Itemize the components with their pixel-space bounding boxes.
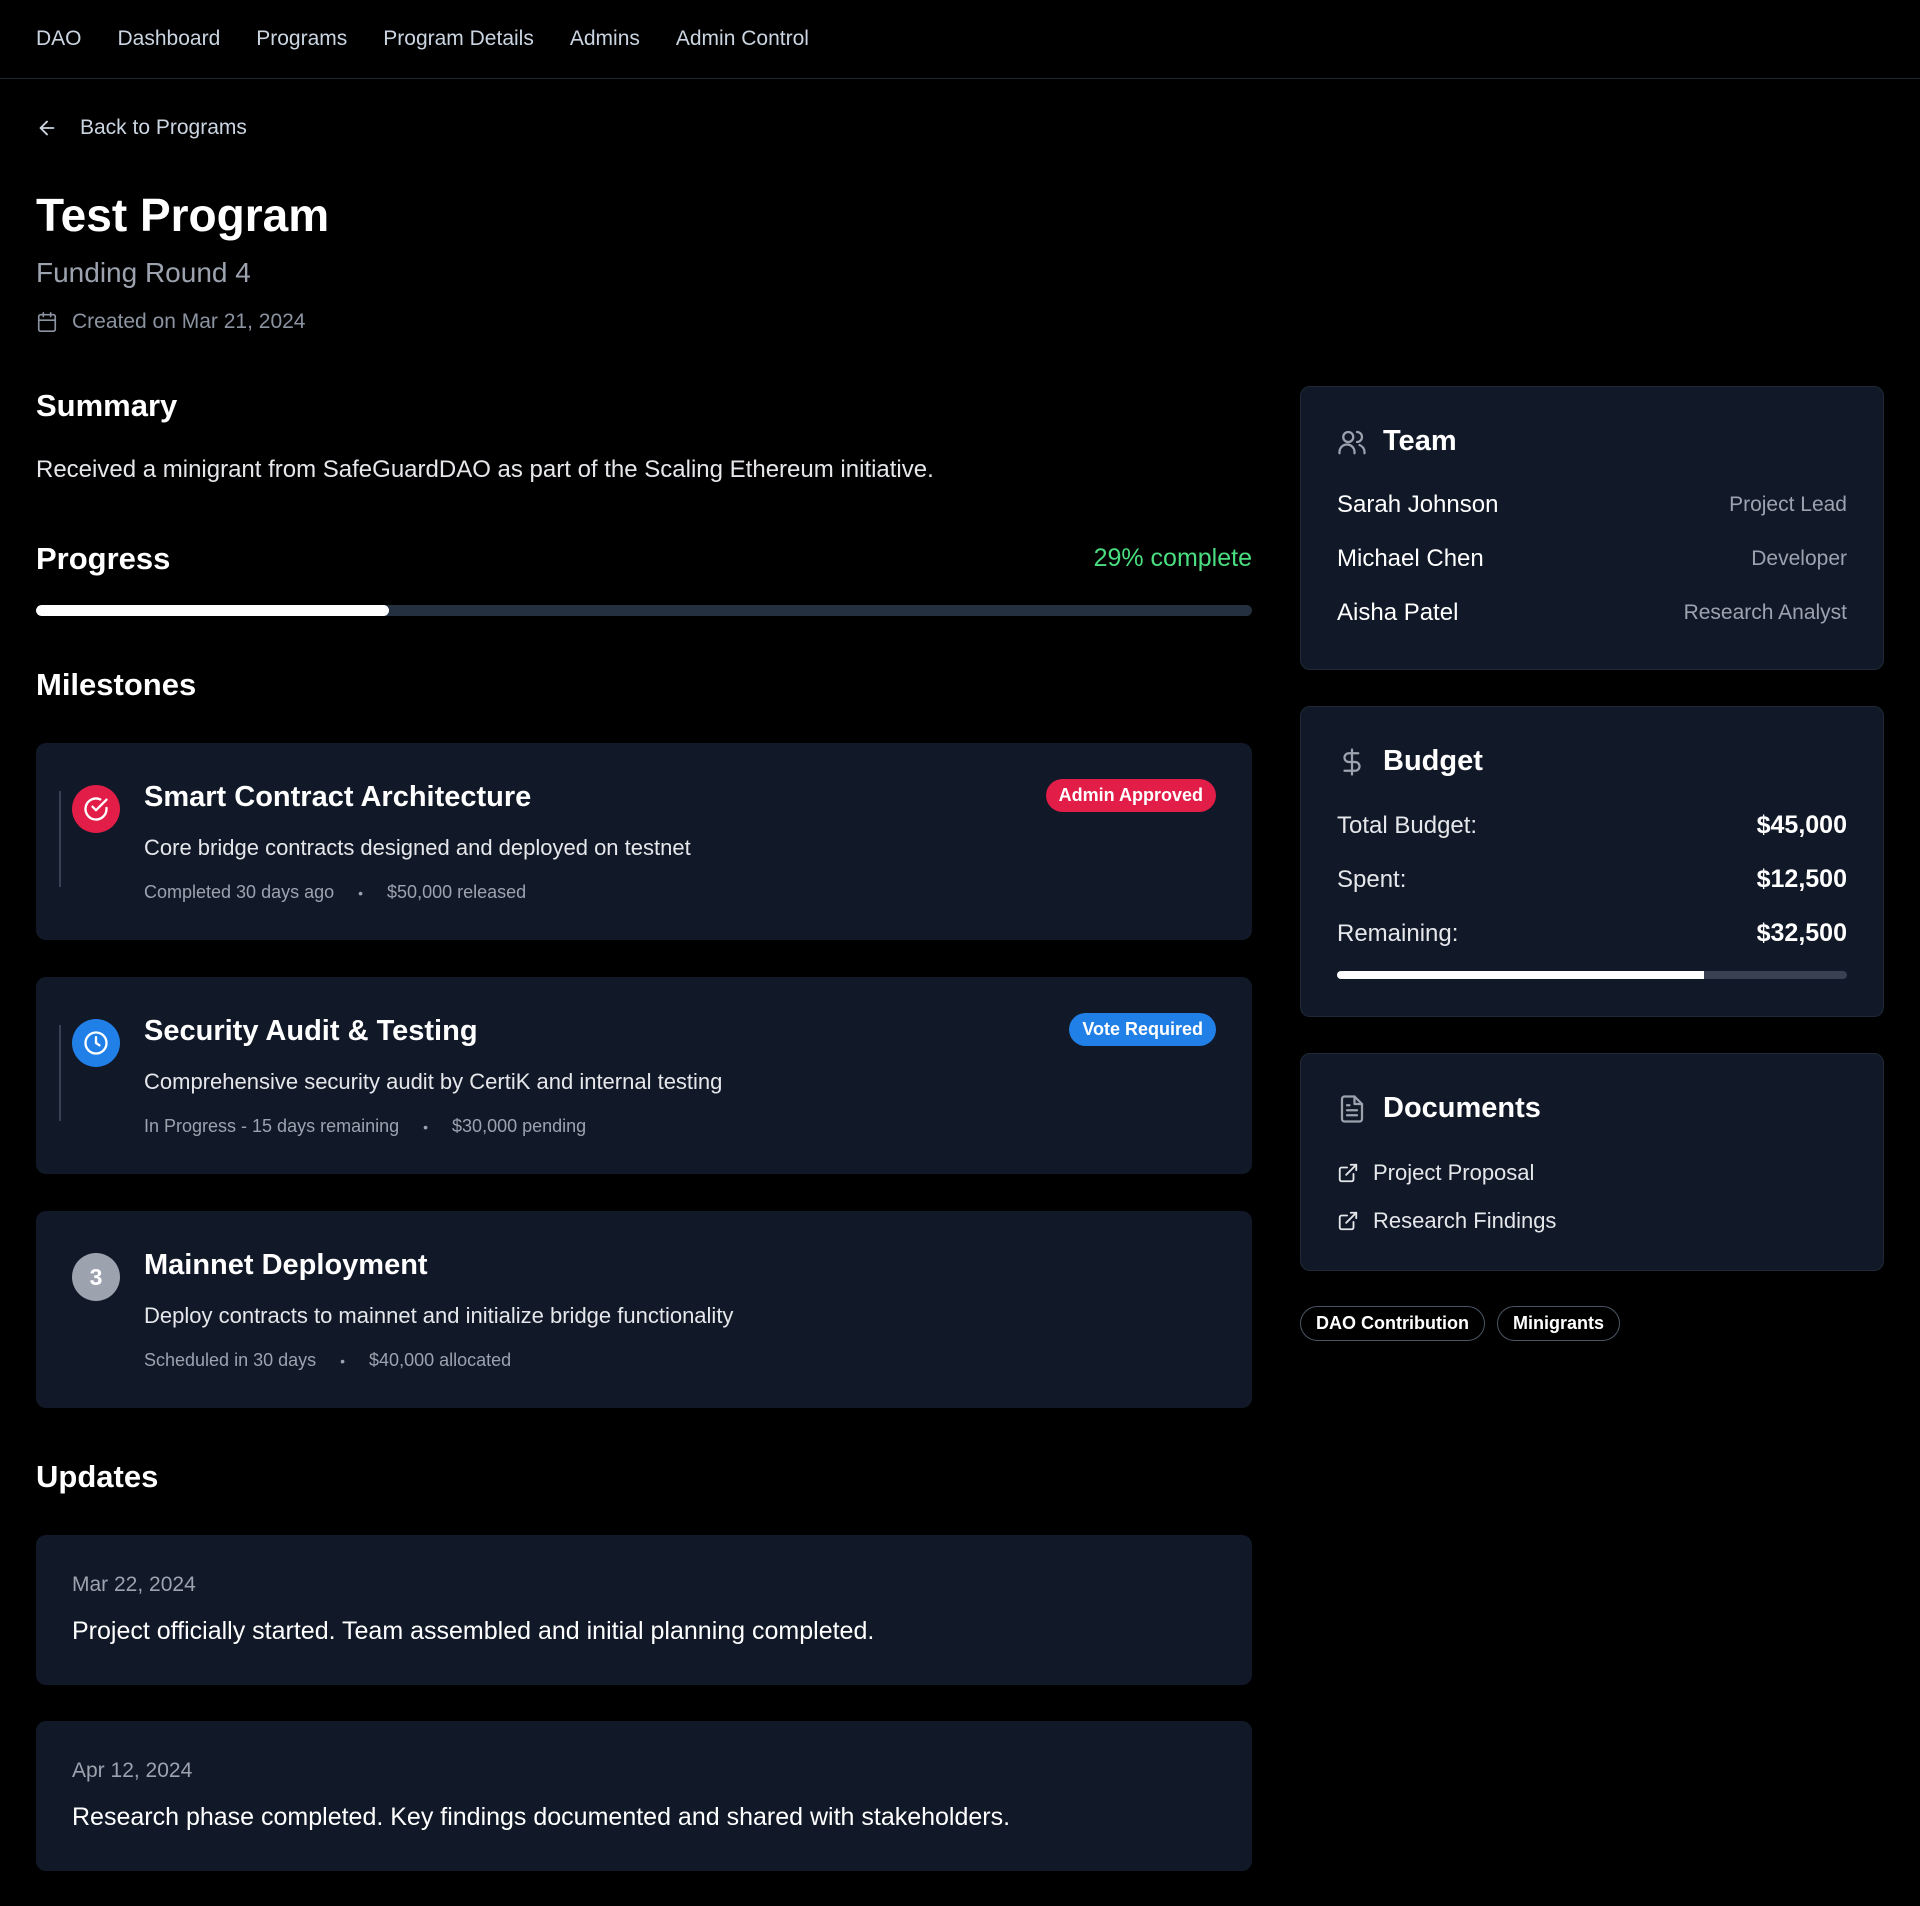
tag[interactable]: DAO Contribution [1300, 1306, 1485, 1341]
summary-text: Received a minigrant from SafeGuardDAO a… [36, 456, 934, 483]
milestone-amount: $40,000 allocated [369, 1350, 512, 1370]
budget-heading-label: Budget [1383, 745, 1483, 777]
milestone-card: Security Audit & Testing Vote Required C… [36, 977, 1252, 1174]
milestone-status: In Progress - 15 days remaining [144, 1116, 400, 1136]
documents-panel: Documents Project Proposal Research Find… [1300, 1053, 1884, 1271]
timeline-line [59, 791, 61, 887]
created-date: Created on Mar 21, 2024 [36, 310, 305, 334]
status-badge: Vote Required [1069, 1013, 1216, 1046]
budget-total-value: $45,000 [1756, 811, 1847, 839]
milestone-amount: $50,000 released [387, 882, 527, 902]
budget-bar-fill [1337, 971, 1705, 979]
documents-heading-label: Documents [1383, 1092, 1541, 1124]
calendar-icon [37, 312, 57, 332]
member-role: Developer [1751, 547, 1847, 570]
update-text: Project officially started. Team assembl… [72, 1617, 875, 1645]
milestone-amount: $30,000 pending [452, 1116, 587, 1136]
top-nav: DAO Dashboard Programs Program Details A… [0, 0, 1920, 79]
back-label: Back to Programs [80, 116, 247, 139]
external-link-icon [1338, 1211, 1358, 1231]
page-subtitle: Funding Round 4 [36, 257, 251, 288]
document-link[interactable]: Project Proposal [1337, 1160, 1534, 1186]
external-link-icon [1338, 1163, 1358, 1183]
step-number-label: 3 [89, 1263, 103, 1290]
progress-bar [36, 605, 1252, 616]
team-panel: Team Sarah Johnson Project Lead Michael … [1300, 386, 1884, 670]
budget-remaining-value: $32,500 [1756, 919, 1847, 947]
status-badge: Admin Approved [1045, 779, 1216, 812]
milestone-title: Security Audit & Testing [144, 1015, 478, 1047]
separator-dot: • [423, 1118, 429, 1135]
separator-dot: • [340, 1352, 346, 1369]
update-date: Apr 12, 2024 [72, 1759, 193, 1782]
budget-spent-label: Spent: [1337, 865, 1407, 893]
budget-panel: Budget Total Budget: $45,000 Spent: $12,… [1300, 706, 1884, 1017]
progress-percent: 29% complete [1093, 544, 1252, 572]
arrow-left-icon [39, 120, 55, 136]
milestone-status: Completed 30 days ago [144, 882, 335, 902]
dollar-icon [1343, 747, 1361, 776]
nav-admins[interactable]: Admins [570, 27, 640, 51]
document-label: Project Proposal [1373, 1160, 1535, 1185]
milestone-description: Comprehensive security audit by CertiK a… [144, 1069, 723, 1094]
team-member: Aisha Patel Research Analyst [1337, 599, 1847, 627]
member-name: Michael Chen [1337, 545, 1484, 572]
updates-heading: Updates [36, 1459, 159, 1494]
milestone-meta: In Progress - 15 days remaining • $30,00… [144, 1116, 586, 1137]
milestones-heading: Milestones [36, 667, 197, 702]
budget-spent-value: $12,500 [1756, 865, 1847, 893]
team-member: Michael Chen Developer [1337, 545, 1847, 573]
progress-bar-fill [36, 605, 389, 616]
member-name: Aisha Patel [1337, 599, 1459, 626]
team-heading: Team [1337, 425, 1457, 458]
update-text: Research phase completed. Key findings d… [72, 1803, 1011, 1831]
created-label: Created on Mar 21, 2024 [72, 310, 306, 333]
budget-remaining-row: Remaining: $32,500 [1337, 919, 1847, 948]
documents-heading: Documents [1337, 1092, 1541, 1125]
budget-remaining-label: Remaining: [1337, 919, 1459, 947]
clock-icon [72, 1019, 120, 1067]
check-circle-icon [72, 785, 120, 833]
nav-admin-control[interactable]: Admin Control [676, 27, 809, 51]
milestone-status: Scheduled in 30 days [144, 1350, 317, 1370]
team-heading-label: Team [1383, 425, 1457, 457]
nav-dao[interactable]: DAO [36, 27, 82, 51]
tag-list: DAO Contribution Minigrants [1300, 1306, 1620, 1341]
step-number: 3 [72, 1253, 120, 1301]
summary-heading: Summary [36, 388, 178, 423]
timeline-line [59, 1025, 61, 1121]
milestone-description: Deploy contracts to mainnet and initiali… [144, 1303, 734, 1328]
users-icon [1338, 430, 1366, 454]
document-link[interactable]: Research Findings [1337, 1208, 1556, 1234]
member-role: Project Lead [1729, 493, 1847, 516]
document-label: Research Findings [1373, 1208, 1557, 1233]
budget-total-label: Total Budget: [1337, 811, 1478, 839]
milestone-card: 3 Mainnet Deployment Deploy contracts to… [36, 1211, 1252, 1408]
update-card: Apr 12, 2024 Research phase completed. K… [36, 1721, 1252, 1871]
back-to-programs-link[interactable]: Back to Programs [36, 116, 247, 140]
milestone-card: Smart Contract Architecture Admin Approv… [36, 743, 1252, 940]
separator-dot: • [358, 884, 364, 901]
update-date: Mar 22, 2024 [72, 1573, 196, 1596]
file-text-icon [1340, 1094, 1364, 1123]
tag[interactable]: Minigrants [1496, 1306, 1620, 1341]
milestone-meta: Completed 30 days ago • $50,000 released [144, 882, 526, 903]
milestone-description: Core bridge contracts designed and deplo… [144, 835, 691, 860]
budget-heading: Budget [1337, 745, 1483, 778]
budget-bar [1337, 971, 1847, 979]
budget-total-row: Total Budget: $45,000 [1337, 811, 1847, 840]
nav-programs[interactable]: Programs [256, 27, 347, 51]
nav-dashboard[interactable]: Dashboard [118, 27, 221, 51]
team-member: Sarah Johnson Project Lead [1337, 491, 1847, 519]
milestone-title: Smart Contract Architecture [144, 781, 532, 813]
member-name: Sarah Johnson [1337, 491, 1499, 518]
update-card: Mar 22, 2024 Project officially started.… [36, 1535, 1252, 1685]
nav-program-details[interactable]: Program Details [383, 27, 534, 51]
member-role: Research Analyst [1683, 601, 1847, 624]
page-title: Test Program [36, 189, 330, 241]
milestone-meta: Scheduled in 30 days • $40,000 allocated [144, 1350, 511, 1371]
budget-spent-row: Spent: $12,500 [1337, 865, 1847, 894]
milestone-title: Mainnet Deployment [144, 1249, 428, 1281]
